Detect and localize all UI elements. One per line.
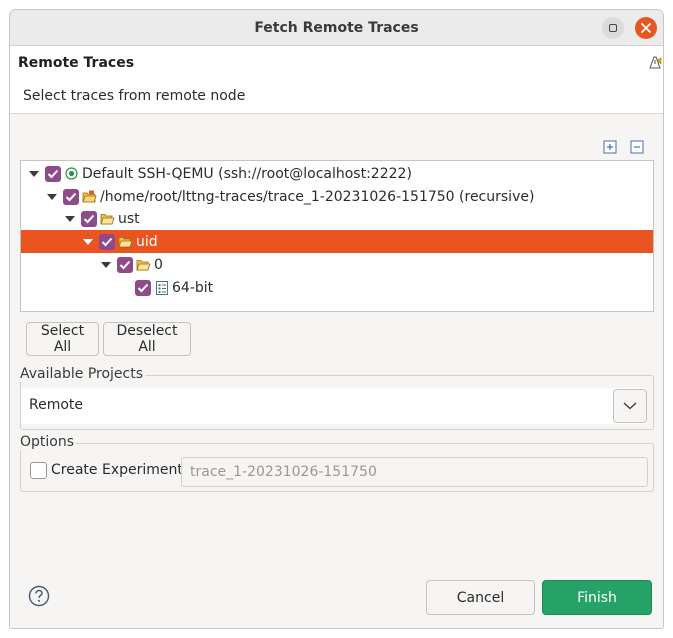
tree-node-label: 0	[154, 256, 163, 273]
project-combo[interactable]: Remote	[21, 388, 647, 424]
expand-arrow-icon[interactable]	[47, 192, 57, 202]
expand-all-icon[interactable]	[603, 140, 617, 154]
header-title: Remote Traces	[18, 55, 135, 71]
select-all-button[interactable]: Select All	[26, 322, 99, 356]
trace-file-icon	[154, 280, 169, 295]
cancel-button[interactable]: Cancel	[426, 580, 535, 615]
folder-open-icon	[118, 234, 133, 249]
header-description: Select traces from remote node	[23, 88, 246, 104]
tree-checkbox[interactable]	[117, 256, 133, 273]
tree-row-selected[interactable]: uid	[21, 230, 653, 253]
tree-node-label: ust	[118, 210, 140, 227]
project-combo-button[interactable]	[613, 389, 647, 423]
expand-arrow-icon[interactable]	[101, 260, 111, 270]
wizard-header: Remote Traces Select traces from remote …	[10, 46, 663, 114]
remote-node-icon	[64, 166, 79, 181]
checkmark-icon	[119, 260, 131, 269]
expand-arrow-icon[interactable]	[29, 169, 39, 179]
tree-row[interactable]: 64-bit	[21, 276, 653, 299]
tree-row[interactable]: 0	[21, 253, 653, 276]
finish-button[interactable]: Finish	[542, 580, 652, 615]
checkmark-icon	[47, 169, 59, 178]
tree-node-label: uid	[136, 233, 158, 250]
tree-checkbox[interactable]	[99, 233, 115, 250]
tree-checkbox[interactable]	[81, 210, 97, 227]
close-button[interactable]	[635, 17, 657, 39]
tree-row[interactable]: /home/root/lttng-traces/trace_1-20231026…	[21, 185, 653, 208]
chevron-down-icon	[623, 402, 637, 410]
checkmark-icon	[83, 214, 95, 223]
remote-traces-tree[interactable]: Default SSH-QEMU (ssh://root@localhost:2…	[20, 160, 654, 312]
deselect-all-button[interactable]: Deselect All	[103, 322, 191, 356]
fetch-remote-traces-dialog: Fetch Remote Traces Remote Traces Select…	[9, 9, 664, 629]
close-icon	[641, 23, 651, 33]
folder-open-icon	[100, 211, 115, 226]
help-icon[interactable]	[28, 585, 50, 607]
tree-checkbox[interactable]	[45, 165, 61, 182]
create-experiment-checkbox[interactable]	[30, 462, 47, 479]
trace-group-folder-icon	[82, 189, 97, 204]
expand-arrow-icon[interactable]	[65, 214, 75, 224]
checkmark-icon	[101, 237, 113, 246]
tree-node-label: 64-bit	[172, 279, 214, 296]
folder-open-icon	[136, 257, 151, 272]
wizard-banner-icon	[649, 56, 662, 69]
tree-checkbox[interactable]	[63, 188, 79, 205]
tree-node-label: /home/root/lttng-traces/trace_1-20231026…	[100, 188, 535, 205]
minimize-icon	[609, 24, 617, 32]
options-label: Options	[20, 434, 77, 450]
checkmark-icon	[65, 192, 77, 201]
collapse-all-icon[interactable]	[630, 140, 644, 154]
expand-arrow-icon[interactable]	[83, 237, 93, 247]
window-title: Fetch Remote Traces	[254, 19, 419, 36]
minimize-button[interactable]	[602, 17, 624, 39]
tree-row[interactable]: Default SSH-QEMU (ssh://root@localhost:2…	[21, 162, 653, 185]
experiment-name-field[interactable]: trace_1-20231026-151750	[181, 457, 648, 487]
tree-checkbox[interactable]	[135, 279, 151, 296]
checkmark-icon	[137, 283, 149, 292]
tree-node-label: Default SSH-QEMU (ssh://root@localhost:2…	[82, 165, 412, 182]
available-projects-label: Available Projects	[20, 366, 146, 382]
project-combo-value: Remote	[29, 397, 84, 413]
create-experiment-label[interactable]: Create Experiment	[51, 462, 183, 478]
tree-row[interactable]: ust	[21, 207, 653, 230]
title-bar: Fetch Remote Traces	[10, 10, 663, 46]
